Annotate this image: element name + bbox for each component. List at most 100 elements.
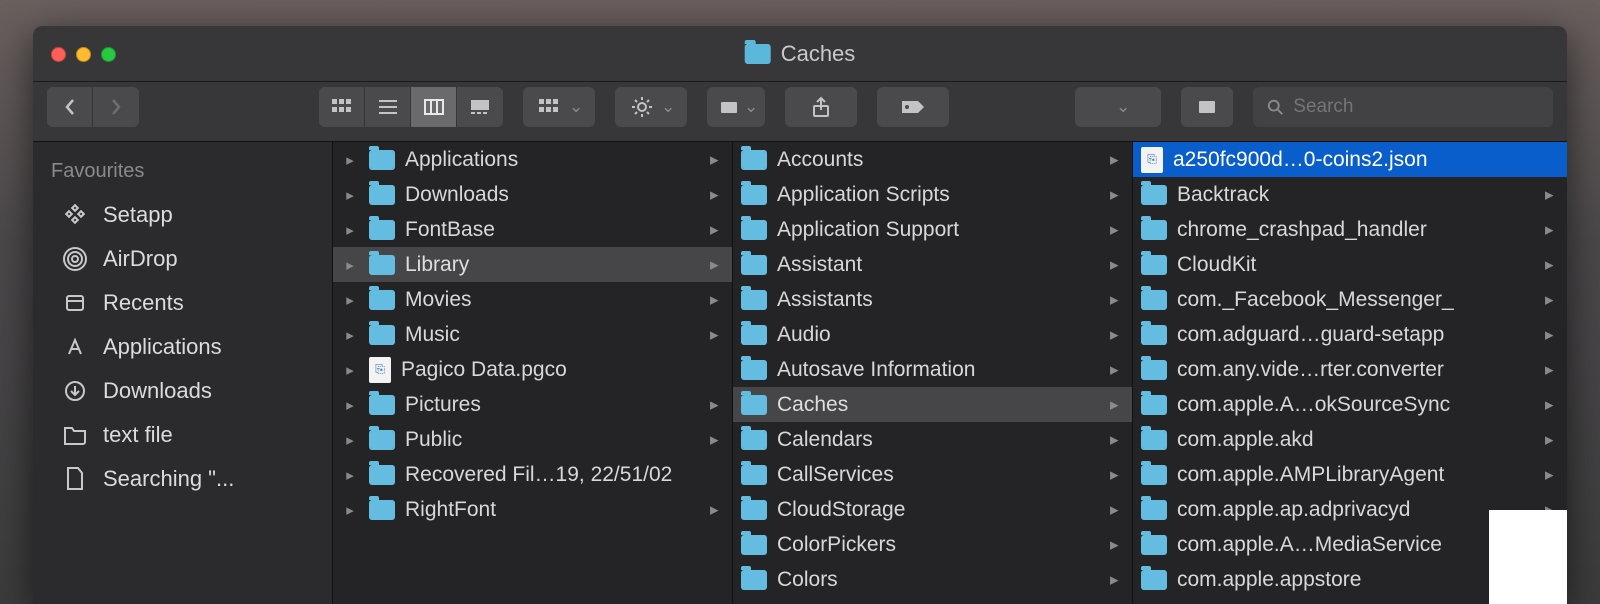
file-label: Autosave Information [777,358,1094,382]
file-label: Colors [777,568,1094,592]
close-window-button[interactable] [51,47,66,62]
file-row[interactable]: ▸FontBase▸ [333,212,732,247]
file-row[interactable]: CloudKit▸ [1133,247,1567,282]
file-row[interactable]: ColorPickers▸ [733,527,1132,562]
file-label: Movies [405,288,694,312]
chevron-right-icon: ▸ [710,500,720,520]
chevron-right-icon: ▸ [1545,185,1555,205]
forward-button[interactable] [93,87,139,127]
file-row[interactable]: Application Scripts▸ [733,177,1132,212]
file-row[interactable]: Calendars▸ [733,422,1132,457]
folder-icon [1141,325,1167,345]
fullscreen-window-button[interactable] [101,47,116,62]
downloads-icon [61,377,89,405]
minimize-window-button[interactable] [76,47,91,62]
folder-icon [369,255,395,275]
quicklook-button[interactable] [1181,87,1233,127]
file-row[interactable]: Caches▸ [733,387,1132,422]
file-row[interactable]: com.any.vide…rter.converter▸ [1133,352,1567,387]
file-label: CloudKit [1177,253,1529,277]
file-row[interactable]: chrome_crashpad_handler▸ [1133,212,1567,247]
file-row[interactable]: CloudStorage▸ [733,492,1132,527]
file-row[interactable]: Accounts▸ [733,142,1132,177]
folder-icon [741,535,767,555]
file-row[interactable]: com.apple.AMPLibraryAgent▸ [1133,457,1567,492]
file-row[interactable]: ▸Downloads▸ [333,177,732,212]
sidebar-item-setapp[interactable]: Setapp [33,193,332,237]
finder-body: Favourites Setapp AirDrop [33,142,1567,604]
file-row[interactable]: Colors▸ [733,562,1132,597]
file-row[interactable]: ⎘a250fc900d…0-coins2.json [1133,142,1567,177]
back-button[interactable] [47,87,93,127]
column-1[interactable]: Accounts▸Application Scripts▸Application… [733,142,1133,604]
file-label: com._Facebook_Messenger_ [1177,288,1529,312]
sidebar-item-textfile[interactable]: text file [33,413,332,457]
column-0[interactable]: ▸Applications▸▸Downloads▸▸FontBase▸▸Libr… [333,142,733,604]
file-label: chrome_crashpad_handler [1177,218,1529,242]
file-label: CallServices [777,463,1094,487]
recents-icon [61,289,89,317]
file-row[interactable]: Application Support▸ [733,212,1132,247]
file-row[interactable]: com.apple.akd▸ [1133,422,1567,457]
file-row[interactable]: com.apple.A…okSourceSync▸ [1133,387,1567,422]
expand-arrow-icon: ▸ [341,151,359,169]
document-icon [61,465,89,493]
search-input[interactable] [1293,96,1539,118]
window-title: Caches [781,41,856,67]
chevron-right-icon: ▸ [1110,500,1120,520]
folder-icon [61,421,89,449]
file-label: RightFont [405,498,694,522]
path-dropdown[interactable]: ⌄ [1075,87,1161,127]
folder-icon [1141,360,1167,380]
file-label: Downloads [405,183,694,207]
sidebar-item-downloads[interactable]: Downloads [33,369,332,413]
chevron-right-icon: ▸ [1110,290,1120,310]
sidebar-item-label: Recents [103,290,184,316]
file-label: a250fc900d…0-coins2.json [1173,148,1555,172]
gallery-view-button[interactable] [457,87,503,127]
expand-arrow-icon: ▸ [341,466,359,484]
file-row[interactable]: com._Facebook_Messenger_▸ [1133,282,1567,317]
file-row[interactable]: Backtrack▸ [1133,177,1567,212]
file-row[interactable]: ▸Movies▸ [333,282,732,317]
file-row[interactable]: Assistants▸ [733,282,1132,317]
dropbox-button[interactable]: ⌄ [707,87,765,127]
file-row[interactable]: ▸Music▸ [333,317,732,352]
chevron-right-icon: ▸ [1110,395,1120,415]
file-row[interactable]: ▸Applications▸ [333,142,732,177]
share-button[interactable] [785,87,857,127]
file-row[interactable]: ▸Public▸ [333,422,732,457]
file-row[interactable]: Autosave Information▸ [733,352,1132,387]
action-menu-button[interactable]: ⌄ [615,87,687,127]
file-row[interactable]: ▸RightFont▸ [333,492,732,527]
column-view-button[interactable] [411,87,457,127]
search-field[interactable] [1253,87,1553,127]
file-row[interactable]: com.adguard…guard-setapp▸ [1133,317,1567,352]
file-label: Recovered Fil…19, 22/51/02 [405,463,720,487]
sidebar-item-saved-search[interactable]: Searching "... [33,457,332,501]
column-browser: ▸Applications▸▸Downloads▸▸FontBase▸▸Libr… [333,142,1567,604]
arrange-button[interactable]: ⌄ [523,87,595,127]
chevron-right-icon: ▸ [1110,430,1120,450]
sidebar-item-recents[interactable]: Recents [33,281,332,325]
file-row[interactable]: ▸Library▸ [333,247,732,282]
chevron-right-icon: ▸ [1545,325,1555,345]
file-row[interactable]: Audio▸ [733,317,1132,352]
sidebar-item-applications[interactable]: Applications [33,325,332,369]
file-row[interactable]: ▸Pictures▸ [333,387,732,422]
action-group: ⌄ [615,87,687,127]
file-row[interactable]: ▸ Recovered Fil…19, 22/51/02 [333,457,732,492]
folder-icon [745,44,771,64]
file-row[interactable]: Assistant▸ [733,247,1132,282]
sidebar-item-airdrop[interactable]: AirDrop [33,237,332,281]
icon-view-button[interactable] [319,87,365,127]
file-label: com.any.vide…rter.converter [1177,358,1529,382]
list-view-button[interactable] [365,87,411,127]
file-row[interactable]: ▸⎘Pagico Data.pgco [333,352,732,387]
chevron-right-icon: ▸ [1110,220,1120,240]
edit-tags-button[interactable] [877,87,949,127]
file-label: ColorPickers [777,533,1094,557]
file-label: com.apple.A…okSourceSync [1177,393,1529,417]
file-row[interactable]: CallServices▸ [733,457,1132,492]
expand-arrow-icon: ▸ [341,396,359,414]
